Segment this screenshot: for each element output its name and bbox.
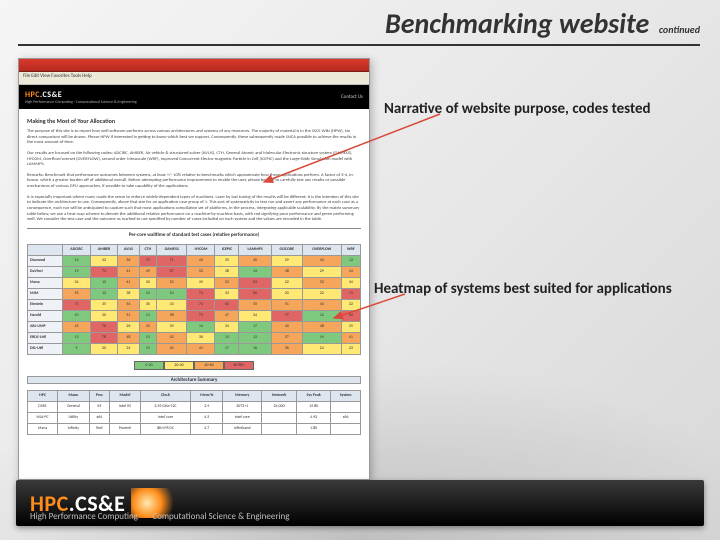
spec-caption: Architecture Summary bbox=[27, 376, 361, 384]
narrative-p4: It is especially important where many ma… bbox=[27, 195, 361, 223]
title-underline bbox=[18, 44, 700, 46]
site-body: Making the Most of Your Allocation The p… bbox=[19, 109, 369, 441]
heatmap-caption: Per-core walltime of standard test cases… bbox=[27, 228, 361, 238]
heatmap-table: ADCIRCAMBERAVUSCTHGAMESSHYCOMICEPICLAMMP… bbox=[27, 244, 361, 355]
title-wrap: Benchmarking website continued bbox=[20, 6, 700, 41]
site-header: HPC.CS&E High Performance Computing · Co… bbox=[19, 85, 369, 109]
browser-titlebar bbox=[19, 59, 369, 72]
narrative-p1: The purpose of this site is to report ho… bbox=[27, 129, 361, 146]
slide: Benchmarking website continued File Edit… bbox=[0, 0, 720, 540]
heatmap-legend: 0-20 20-40 40-60 60-80+ bbox=[134, 361, 254, 370]
site-tagline: High Performance Computing · Computation… bbox=[25, 100, 137, 105]
site-logo: HPC.CS&E bbox=[25, 90, 137, 100]
article-heading: Making the Most of Your Allocation bbox=[27, 117, 361, 125]
footer-tagline: High Performance Computing · Computation… bbox=[30, 511, 290, 522]
spec-table: HPCManuProcModelClockMem/NMemoryNetworkS… bbox=[27, 390, 361, 435]
narrative-p3: Remarks: Benchmark that performance outc… bbox=[27, 173, 361, 190]
legend-bin-1: 0-20 bbox=[134, 361, 164, 370]
legend-bin-2: 20-40 bbox=[164, 361, 194, 370]
legend-bin-4: 60-80+ bbox=[224, 361, 254, 370]
callout-narrative: Narrative of website purpose, codes test… bbox=[384, 100, 700, 118]
page-title: Benchmarking website bbox=[385, 6, 649, 41]
browser-menubar: File Edit View Favorites Tools Help bbox=[19, 72, 369, 85]
contact-link: Contact Us bbox=[341, 94, 363, 100]
callout-heatmap: Heatmap of systems best suited for appli… bbox=[374, 280, 710, 298]
website-screenshot: File Edit View Favorites Tools Help HPC.… bbox=[18, 58, 370, 480]
narrative-p2: Our results are focused on the following… bbox=[27, 151, 361, 168]
continued-label: continued bbox=[659, 23, 700, 36]
legend-bin-3: 40-60 bbox=[194, 361, 224, 370]
footer-bar: HPC.CS&E High Performance Computing · Co… bbox=[16, 480, 704, 526]
